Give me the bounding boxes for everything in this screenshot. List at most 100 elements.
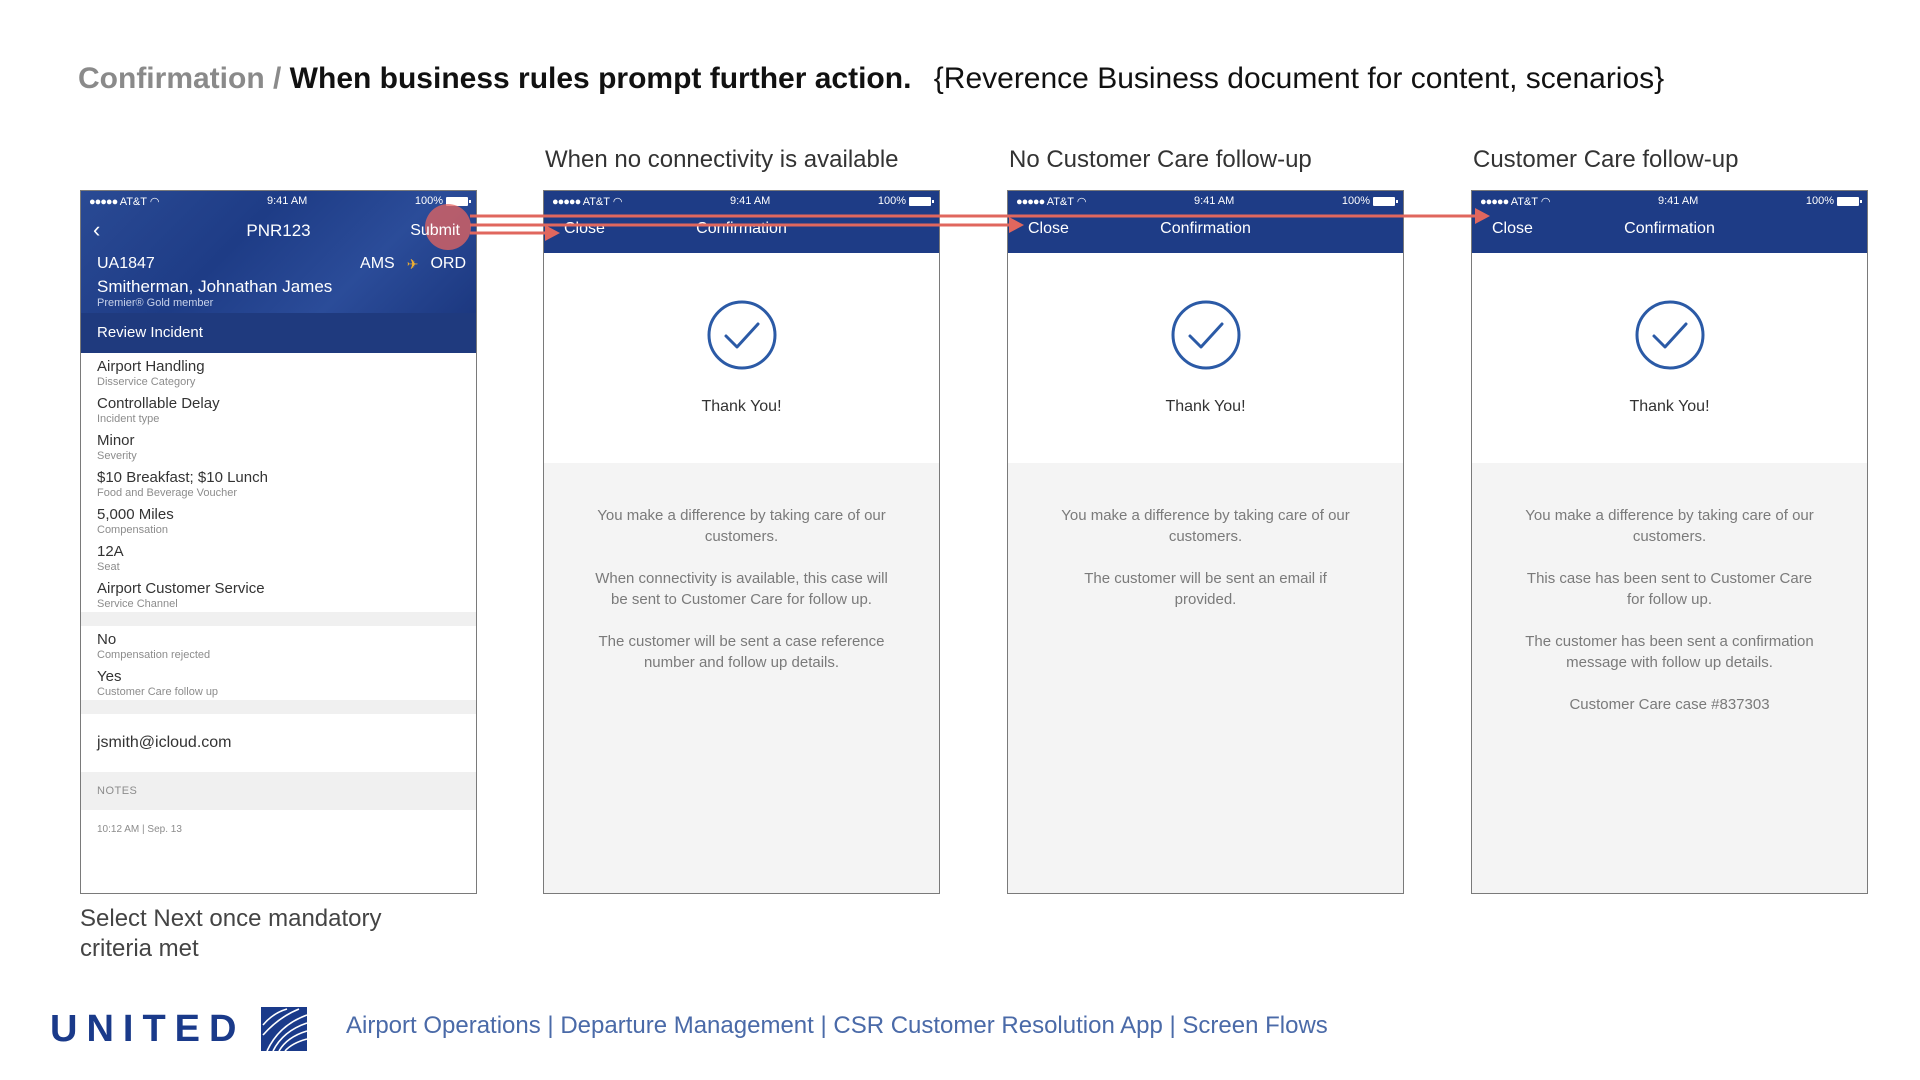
column-label-followup: Customer Care follow-up	[1473, 146, 1739, 173]
field-label: Compensation	[97, 524, 168, 536]
thank-you-panel: Thank You!	[1472, 253, 1867, 463]
field-value: 5,000 Miles	[97, 506, 174, 523]
column-label-no-followup: No Customer Care follow-up	[1009, 146, 1312, 173]
battery-label: 100%	[1341, 195, 1370, 207]
submit-button[interactable]: Submit	[410, 222, 460, 240]
followup-fields: No Compensation rejected Yes Customer Care …	[81, 626, 476, 700]
email-field[interactable]: jsmith@icloud.com	[81, 714, 476, 772]
field-value: Controllable Delay	[97, 395, 220, 412]
thank-you-panel: Thank You!	[1008, 253, 1403, 463]
thank-you-text: Thank You!	[701, 398, 782, 415]
status-time: 9:41 AM	[266, 195, 308, 207]
timestamp: 10:12 AM | Sep. 13	[97, 824, 182, 835]
carrier-label: AT&T	[1046, 195, 1074, 208]
flight-route: AMS ✈ ORD	[360, 255, 466, 273]
field-value: Yes	[97, 668, 122, 685]
status-bar: ●●●●● AT&T ◠ 9:41 AM 100%	[1008, 191, 1403, 211]
signal-icon: ●●●●●	[552, 195, 581, 208]
phone-confirmation-no-connectivity: ●●●●● AT&T ◠ 9:41 AM 100% Confirmation C…	[543, 190, 940, 894]
detail-field[interactable]: $10 Breakfast; $10 Lunch Food and Beverag…	[81, 464, 476, 501]
battery-icon	[909, 196, 934, 206]
breadcrumb: Confirmation /	[78, 62, 282, 95]
notes-field[interactable]: NOTES	[81, 772, 476, 810]
field-label: Disservice Category	[97, 376, 196, 388]
close-button[interactable]: Close	[1492, 220, 1533, 238]
field-label: Incident type	[97, 413, 160, 425]
passenger-header: ●●●●● AT&T ◠ 9:41 AM 100% ‹ PNR123 Submi…	[81, 191, 476, 313]
status-time: 9:41 AM	[1657, 195, 1699, 207]
page-note: {Reverence Business document for content…	[933, 62, 1665, 95]
detail-field[interactable]: 5,000 Miles Compensation	[81, 501, 476, 538]
footer-description: Airport Operations | Departure Managemen…	[346, 1012, 1328, 1039]
battery-icon	[1373, 196, 1398, 206]
message-paragraph: The customer will be sent a case referen…	[598, 633, 885, 671]
signal-icon: ●●●●●	[89, 195, 118, 208]
flow-caption: Select Next once mandatory criteria met	[80, 905, 382, 962]
plane-icon: ✈	[406, 255, 419, 272]
field-label: Seat	[97, 561, 120, 573]
destination-code: ORD	[430, 255, 466, 272]
logo-wordmark: UNITED	[50, 1007, 246, 1050]
close-button[interactable]: Close	[564, 220, 605, 238]
battery-label: 100%	[877, 195, 906, 207]
close-button[interactable]: Close	[1028, 220, 1069, 238]
phone-confirmation-no-followup: ●●●●● AT&T ◠ 9:41 AM 100% Confirmation C…	[1007, 190, 1404, 894]
detail-field[interactable]: Airport Handling Disservice Category	[81, 353, 476, 390]
confirmation-message: You make a difference by taking care of …	[1008, 463, 1403, 893]
confirmation-header: ●●●●● AT&T ◠ 9:41 AM 100% Confirmation C…	[1008, 191, 1403, 253]
message-paragraph: You make a difference by taking care of …	[1525, 507, 1814, 545]
phone-confirmation-followup: ●●●●● AT&T ◠ 9:41 AM 100% Confirmation C…	[1471, 190, 1868, 894]
membership-level: Premier® Gold member	[97, 297, 214, 309]
wifi-icon: ◠	[612, 195, 623, 208]
field-value: $10 Breakfast; $10 Lunch	[97, 469, 268, 486]
message-paragraph: When connectivity is available, this cas…	[595, 570, 888, 608]
confirmation-header: ●●●●● AT&T ◠ 9:41 AM 100% Confirmation C…	[544, 191, 939, 253]
wifi-icon: ◠	[149, 195, 160, 208]
message-paragraph: This case has been sent to Customer Care…	[1526, 570, 1813, 608]
field-value: 12A	[97, 543, 124, 560]
status-bar: ●●●●● AT&T ◠ 9:41 AM 100%	[81, 191, 476, 211]
column-label-no-connectivity: When no connectivity is available	[545, 146, 899, 173]
detail-field[interactable]: Airport Customer Service Service Channel	[81, 575, 476, 612]
united-globe-icon	[261, 1007, 308, 1052]
status-bar: ●●●●● AT&T ◠ 9:41 AM 100%	[1472, 191, 1867, 211]
detail-field[interactable]: Minor Severity	[81, 427, 476, 464]
message-paragraph: Customer Care case #837303	[1569, 696, 1770, 713]
thank-you-text: Thank You!	[1165, 398, 1246, 415]
checkmark-circle-icon	[1171, 300, 1240, 370]
detail-field[interactable]: Yes Customer Care follow up	[81, 663, 476, 700]
field-label: Customer Care follow up	[97, 686, 219, 698]
message-paragraph: The customer has been sent a confirmatio…	[1525, 633, 1814, 671]
divider	[81, 700, 476, 714]
checkmark-circle-icon	[707, 300, 776, 370]
field-label: Food and Beverage Voucher	[97, 487, 238, 499]
page-title: Confirmation / When business rules promp…	[78, 62, 1664, 96]
status-bar: ●●●●● AT&T ◠ 9:41 AM 100%	[544, 191, 939, 211]
carrier-label: AT&T	[1510, 195, 1538, 208]
wifi-icon: ◠	[1076, 195, 1087, 208]
confirmation-message: You make a difference by taking care of …	[544, 463, 939, 893]
battery-label: 100%	[1805, 195, 1834, 207]
status-time: 9:41 AM	[1193, 195, 1235, 207]
message-paragraph: You make a difference by taking care of …	[1061, 507, 1350, 545]
battery-icon	[1837, 196, 1862, 206]
carrier-label: AT&T	[582, 195, 610, 208]
detail-field[interactable]: 12A Seat	[81, 538, 476, 575]
signal-icon: ●●●●●	[1480, 195, 1509, 208]
thank-you-text: Thank You!	[1629, 398, 1710, 415]
message-paragraph: The customer will be sent an email if pr…	[1084, 570, 1327, 608]
message-paragraph: You make a difference by taking care of …	[597, 507, 886, 545]
page-heading: When business rules prompt further actio…	[289, 62, 912, 95]
carrier-label: AT&T	[119, 195, 147, 208]
origin-code: AMS	[360, 255, 395, 272]
detail-field[interactable]: No Compensation rejected	[81, 626, 476, 663]
divider	[81, 612, 476, 626]
thank-you-panel: Thank You!	[544, 253, 939, 463]
united-logo: UNITED	[50, 1005, 311, 1053]
confirmation-message: You make a difference by taking care of …	[1472, 463, 1867, 893]
phone-incident-review: ●●●●● AT&T ◠ 9:41 AM 100% ‹ PNR123 Submi…	[80, 190, 477, 894]
incident-fields: Airport Handling Disservice Category Contr…	[81, 353, 476, 612]
detail-field[interactable]: Controllable Delay Incident type	[81, 390, 476, 427]
status-time: 9:41 AM	[729, 195, 771, 207]
field-value: Airport Handling	[97, 358, 205, 375]
